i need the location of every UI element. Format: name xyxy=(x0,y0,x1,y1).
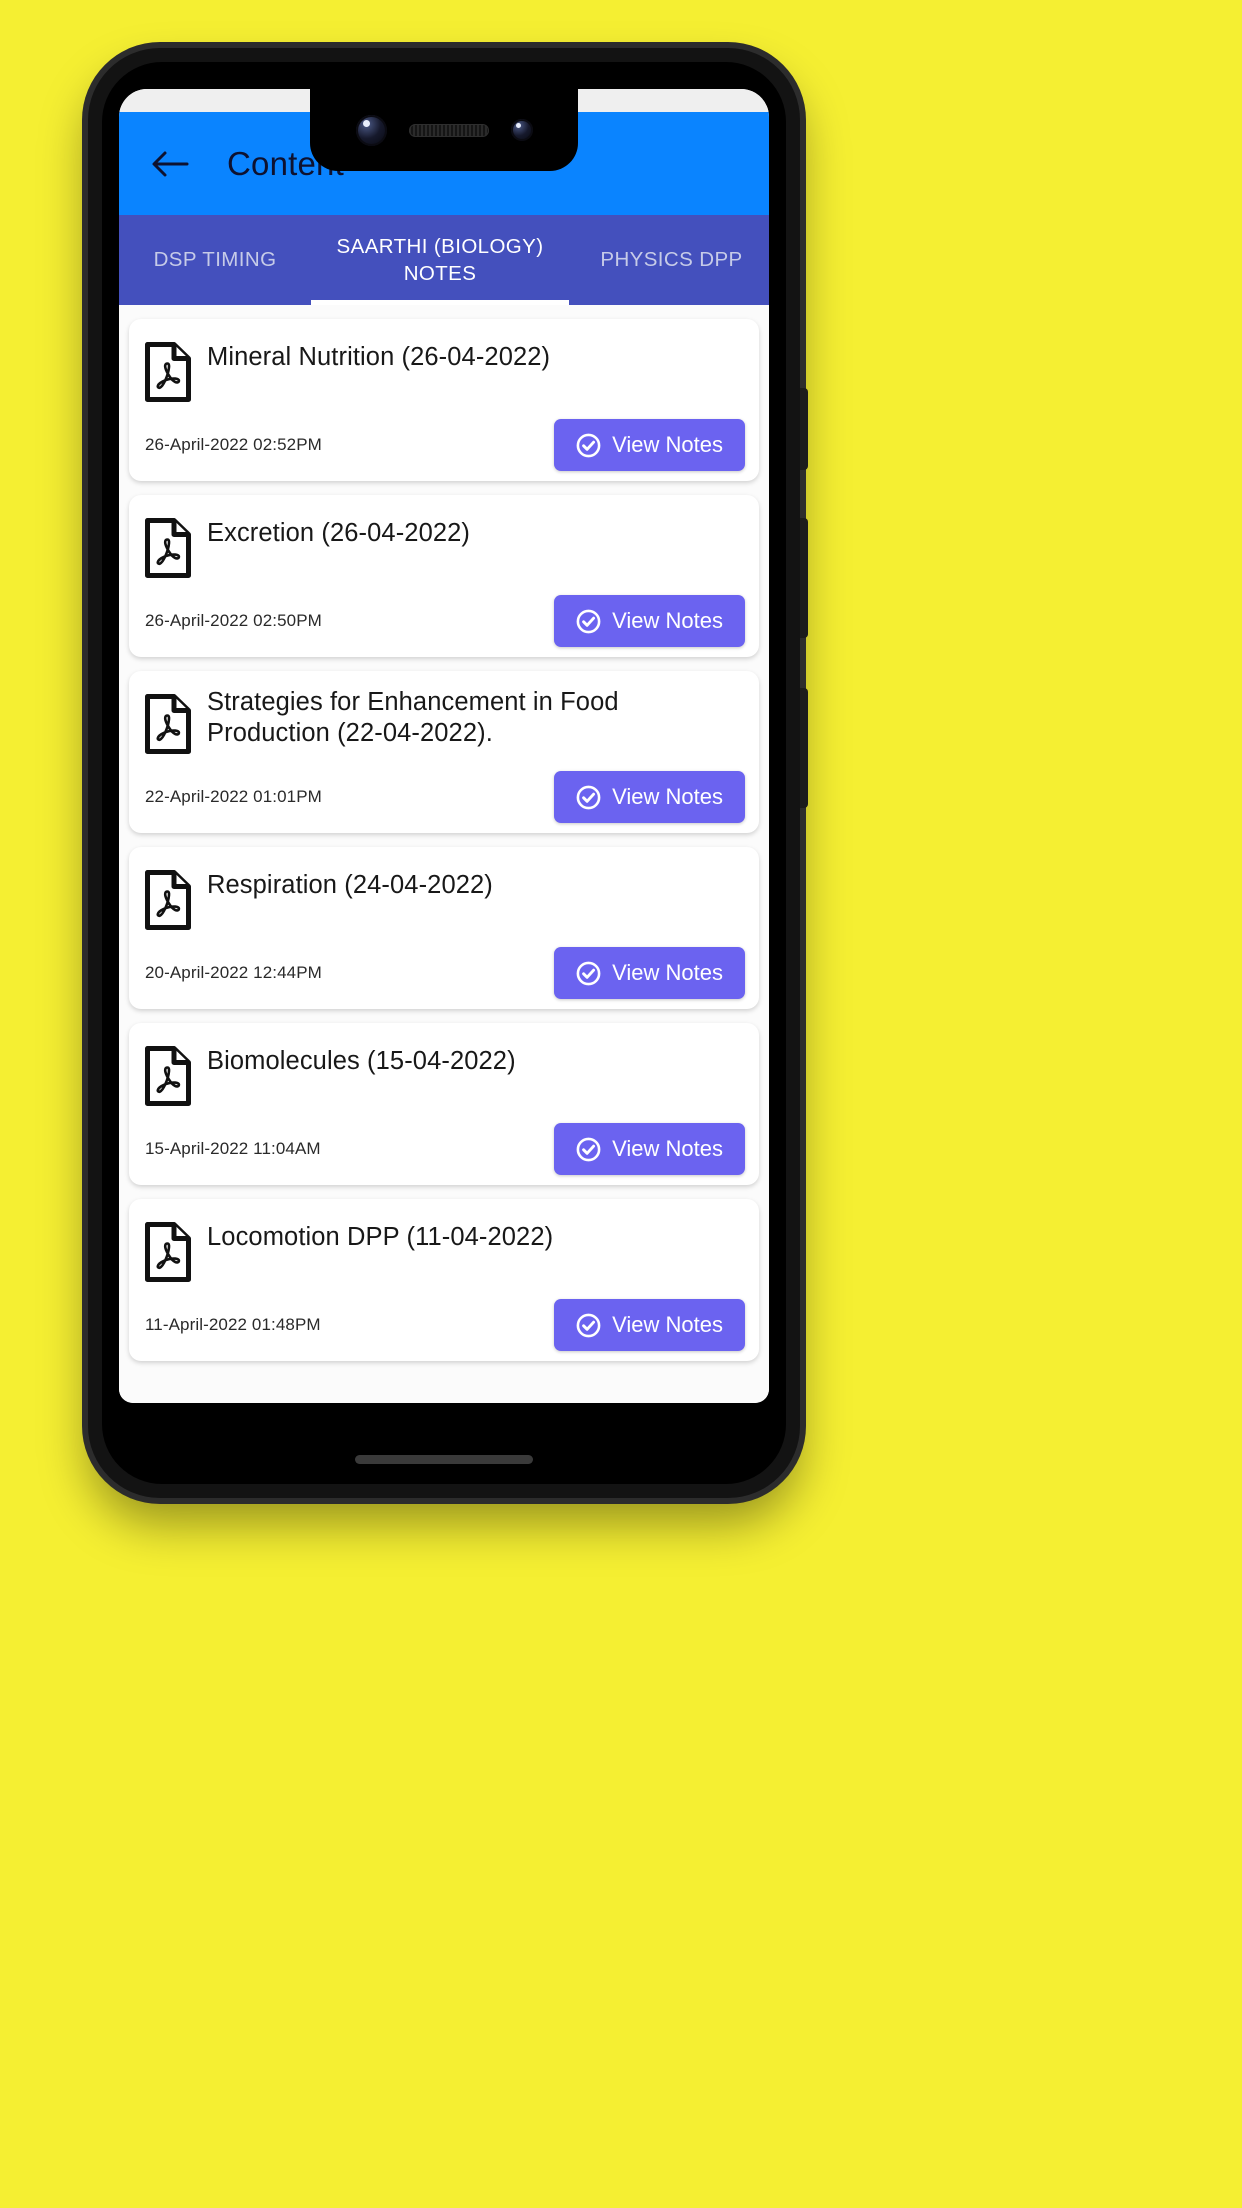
tab-dsp-timing[interactable]: DSP TIMING xyxy=(119,215,311,305)
phone-side-button-volume[interactable] xyxy=(800,518,808,638)
view-notes-button[interactable]: View Notes xyxy=(554,1123,745,1175)
view-notes-label: View Notes xyxy=(612,608,723,633)
view-notes-button[interactable]: View Notes xyxy=(554,419,745,471)
phone-screen: Content DSP TIMING SAARTHI (BIOLOGY) NOT… xyxy=(119,89,769,1403)
note-card-header: Excretion (26-04-2022) xyxy=(143,509,745,583)
view-notes-button[interactable]: View Notes xyxy=(554,771,745,823)
view-notes-label: View Notes xyxy=(612,1312,723,1337)
note-card-header: Respiration (24-04-2022) xyxy=(143,861,745,935)
view-notes-label: View Notes xyxy=(612,432,723,457)
check-circle-icon xyxy=(576,609,601,634)
note-card-header: Biomolecules (15-04-2022) xyxy=(143,1037,745,1111)
check-circle-icon xyxy=(576,1137,601,1162)
note-card-footer: 26-April-2022 02:50PM View Notes xyxy=(143,595,745,647)
view-notes-label: View Notes xyxy=(612,960,723,985)
view-notes-button[interactable]: View Notes xyxy=(554,947,745,999)
pdf-file-icon xyxy=(143,693,193,755)
note-card-header: Strategies for Enhancement in Food Produ… xyxy=(143,685,745,759)
note-card[interactable]: Strategies for Enhancement in Food Produ… xyxy=(129,671,759,833)
note-card[interactable]: Excretion (26-04-2022) 26-April-2022 02:… xyxy=(129,495,759,657)
check-circle-icon xyxy=(576,961,601,986)
secondary-camera-icon xyxy=(510,119,533,141)
note-timestamp: 26-April-2022 02:50PM xyxy=(145,611,322,630)
phone-notch xyxy=(310,89,578,171)
note-card-footer: 20-April-2022 12:44PM View Notes xyxy=(143,947,745,999)
pdf-file-icon xyxy=(143,1221,193,1283)
note-title: Biomolecules (15-04-2022) xyxy=(207,1047,516,1075)
note-title: Respiration (24-04-2022) xyxy=(207,871,493,899)
view-notes-label: View Notes xyxy=(612,784,723,809)
note-timestamp: 22-April-2022 01:01PM xyxy=(145,787,322,806)
note-card[interactable]: Locomotion DPP (11-04-2022) 11-April-202… xyxy=(129,1199,759,1361)
note-timestamp: 20-April-2022 12:44PM xyxy=(145,963,322,982)
phone-side-button-mute[interactable] xyxy=(800,388,808,470)
tab-label: PHYSICS DPP xyxy=(600,248,743,272)
note-timestamp: 11-April-2022 01:48PM xyxy=(145,1315,321,1334)
note-title: Strategies for Enhancement in Food Produ… xyxy=(207,688,619,748)
tab-saarthi-biology-notes[interactable]: SAARTHI (BIOLOGY) NOTES xyxy=(311,215,569,305)
earpiece-speaker xyxy=(408,123,489,137)
check-circle-icon xyxy=(576,785,601,810)
note-card[interactable]: Respiration (24-04-2022) 20-April-2022 1… xyxy=(129,847,759,1009)
note-card-footer: 22-April-2022 01:01PM View Notes xyxy=(143,771,745,823)
notes-list[interactable]: Mineral Nutrition (26-04-2022) 26-April-… xyxy=(119,305,769,1403)
note-title: Excretion (26-04-2022) xyxy=(207,519,471,547)
tab-label: SAARTHI (BIOLOGY) NOTES xyxy=(336,234,544,285)
arrow-left-icon[interactable] xyxy=(149,143,191,185)
phone-side-button-power[interactable] xyxy=(800,688,808,808)
pdf-file-icon xyxy=(143,517,193,579)
note-card-footer: 26-April-2022 02:52PM View Notes xyxy=(143,419,745,471)
front-camera-icon xyxy=(355,114,387,146)
note-title: Mineral Nutrition (26-04-2022) xyxy=(207,343,551,371)
pdf-file-icon xyxy=(143,341,193,403)
note-card-footer: 11-April-2022 01:48PM View Notes xyxy=(143,1299,745,1351)
note-timestamp: 15-April-2022 11:04AM xyxy=(145,1139,321,1158)
note-title: Locomotion DPP (11-04-2022) xyxy=(207,1223,554,1251)
note-card-header: Locomotion DPP (11-04-2022) xyxy=(143,1213,745,1287)
note-card-header: Mineral Nutrition (26-04-2022) xyxy=(143,333,745,407)
tab-bar: DSP TIMING SAARTHI (BIOLOGY) NOTES PHYSI… xyxy=(119,215,769,305)
pdf-file-icon xyxy=(143,869,193,931)
note-card[interactable]: Biomolecules (15-04-2022) 15-April-2022 … xyxy=(129,1023,759,1185)
check-circle-icon xyxy=(576,1313,601,1338)
pdf-file-icon xyxy=(143,1045,193,1107)
view-notes-label: View Notes xyxy=(612,1136,723,1161)
tab-physics-dpp[interactable]: PHYSICS DPP xyxy=(569,215,769,305)
tab-label: DSP TIMING xyxy=(153,248,277,272)
note-card[interactable]: Mineral Nutrition (26-04-2022) 26-April-… xyxy=(129,319,759,481)
phone-device-frame: Content DSP TIMING SAARTHI (BIOLOGY) NOT… xyxy=(88,48,808,1498)
note-timestamp: 26-April-2022 02:52PM xyxy=(145,435,322,454)
home-indicator[interactable] xyxy=(355,1455,533,1464)
check-circle-icon xyxy=(576,433,601,458)
note-card-footer: 15-April-2022 11:04AM View Notes xyxy=(143,1123,745,1175)
view-notes-button[interactable]: View Notes xyxy=(554,1299,745,1351)
view-notes-button[interactable]: View Notes xyxy=(554,595,745,647)
